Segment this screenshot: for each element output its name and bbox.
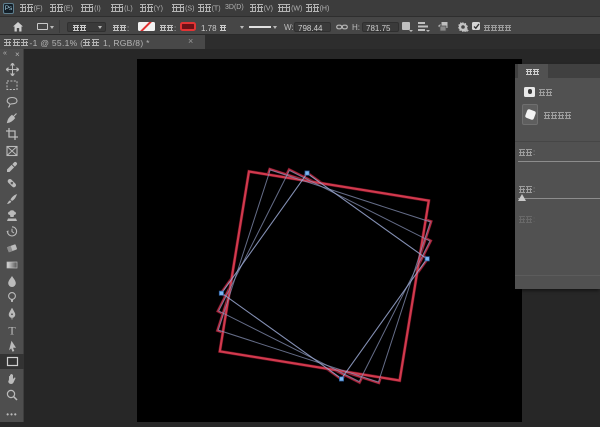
svg-text:T: T <box>8 324 16 336</box>
